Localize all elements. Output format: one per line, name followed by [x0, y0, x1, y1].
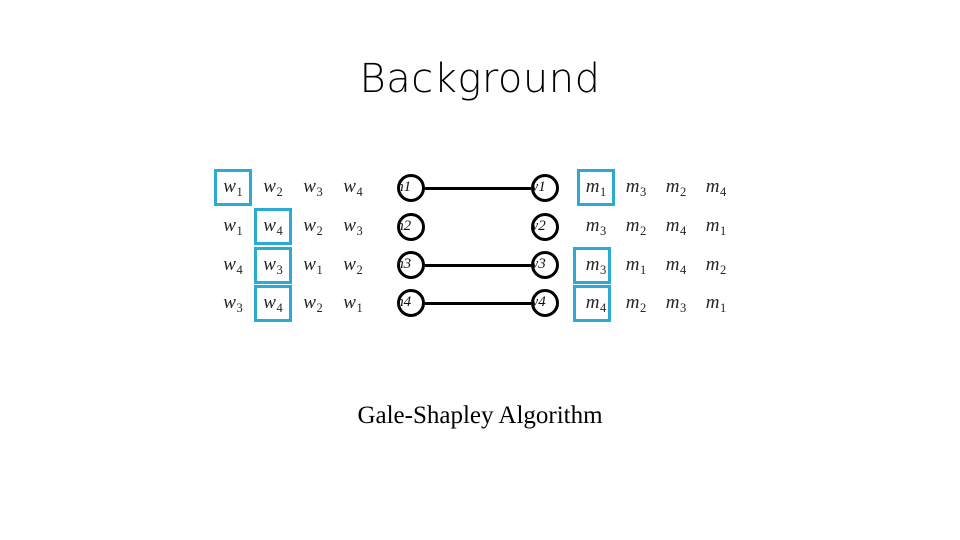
- right-pref-cell-r1-c2: m3: [625, 176, 647, 199]
- right-pref-cell-r2-c3: m4: [665, 215, 687, 238]
- left-pref-cell-r1-c4: w4: [343, 176, 363, 199]
- right-pref-cell-r1-c4: m4: [705, 176, 727, 199]
- right-node-4: w4: [531, 289, 559, 317]
- left-pref-cell-r2-c4: w3: [343, 215, 363, 238]
- right-pref-cell-r1-c1: m1: [585, 176, 607, 199]
- slide-canvas: Background w1 w2 w3 w4 w1 w4 w2 w3 w4 w3 w1 w2 w3 w4 w…: [0, 0, 960, 540]
- right-pref-cell-r3-c4: m2: [705, 254, 727, 277]
- left-pref-cell-r4-c4: w1: [343, 292, 363, 315]
- left-node-1: m1: [397, 174, 425, 202]
- left-pref-cell-r3-c3: w1: [303, 254, 323, 277]
- right-pref-cell-r3-c1: m3: [585, 254, 607, 277]
- left-pref-cell-r2-c1: w1: [223, 215, 243, 238]
- left-pref-cell-r1-c1: w1: [223, 176, 243, 199]
- right-pref-cell-r4-c4: m1: [705, 292, 727, 315]
- right-pref-cell-r2-c4: m1: [705, 215, 727, 238]
- right-pref-cell-r4-c1: m4: [585, 292, 607, 315]
- left-pref-cell-r4-c1: w3: [223, 292, 243, 315]
- right-pref-cell-r2-c1: m3: [585, 215, 607, 238]
- right-pref-cell-r2-c2: m2: [625, 215, 647, 238]
- left-pref-cell-r4-c3: w2: [303, 292, 323, 315]
- right-node-3: w3: [531, 251, 559, 279]
- left-node-3: m3: [397, 251, 425, 279]
- matching-edge-row4: [425, 302, 531, 305]
- stable-matching-diagram: w1 w2 w3 w4 w1 w4 w2 w3 w4 w3 w1 w2 w3 w4 w2 w1 m1 m2 m3 m…: [0, 0, 960, 540]
- slide-caption: Gale-Shapley Algorithm: [357, 402, 603, 429]
- right-pref-cell-r4-c2: m2: [625, 292, 647, 315]
- right-pref-cell-r4-c3: m3: [665, 292, 687, 315]
- right-node-1: w1: [531, 174, 559, 202]
- left-pref-cell-r3-c2: w3: [263, 254, 283, 277]
- left-pref-cell-r3-c4: w2: [343, 254, 363, 277]
- matching-edge-row1: [425, 187, 531, 190]
- left-node-2: m2: [397, 213, 425, 241]
- left-pref-cell-r1-c3: w3: [303, 176, 323, 199]
- left-pref-cell-r3-c1: w4: [223, 254, 243, 277]
- right-pref-cell-r3-c2: m1: [625, 254, 647, 277]
- right-node-2: w2: [531, 213, 559, 241]
- left-pref-cell-r2-c3: w2: [303, 215, 323, 238]
- left-pref-cell-r1-c2: w2: [263, 176, 283, 199]
- right-pref-cell-r3-c3: m4: [665, 254, 687, 277]
- left-node-4: m4: [397, 289, 425, 317]
- left-pref-cell-r2-c2: w4: [263, 215, 283, 238]
- left-pref-cell-r4-c2: w4: [263, 292, 283, 315]
- matching-edge-row3: [425, 264, 531, 267]
- right-pref-cell-r1-c3: m2: [665, 176, 687, 199]
